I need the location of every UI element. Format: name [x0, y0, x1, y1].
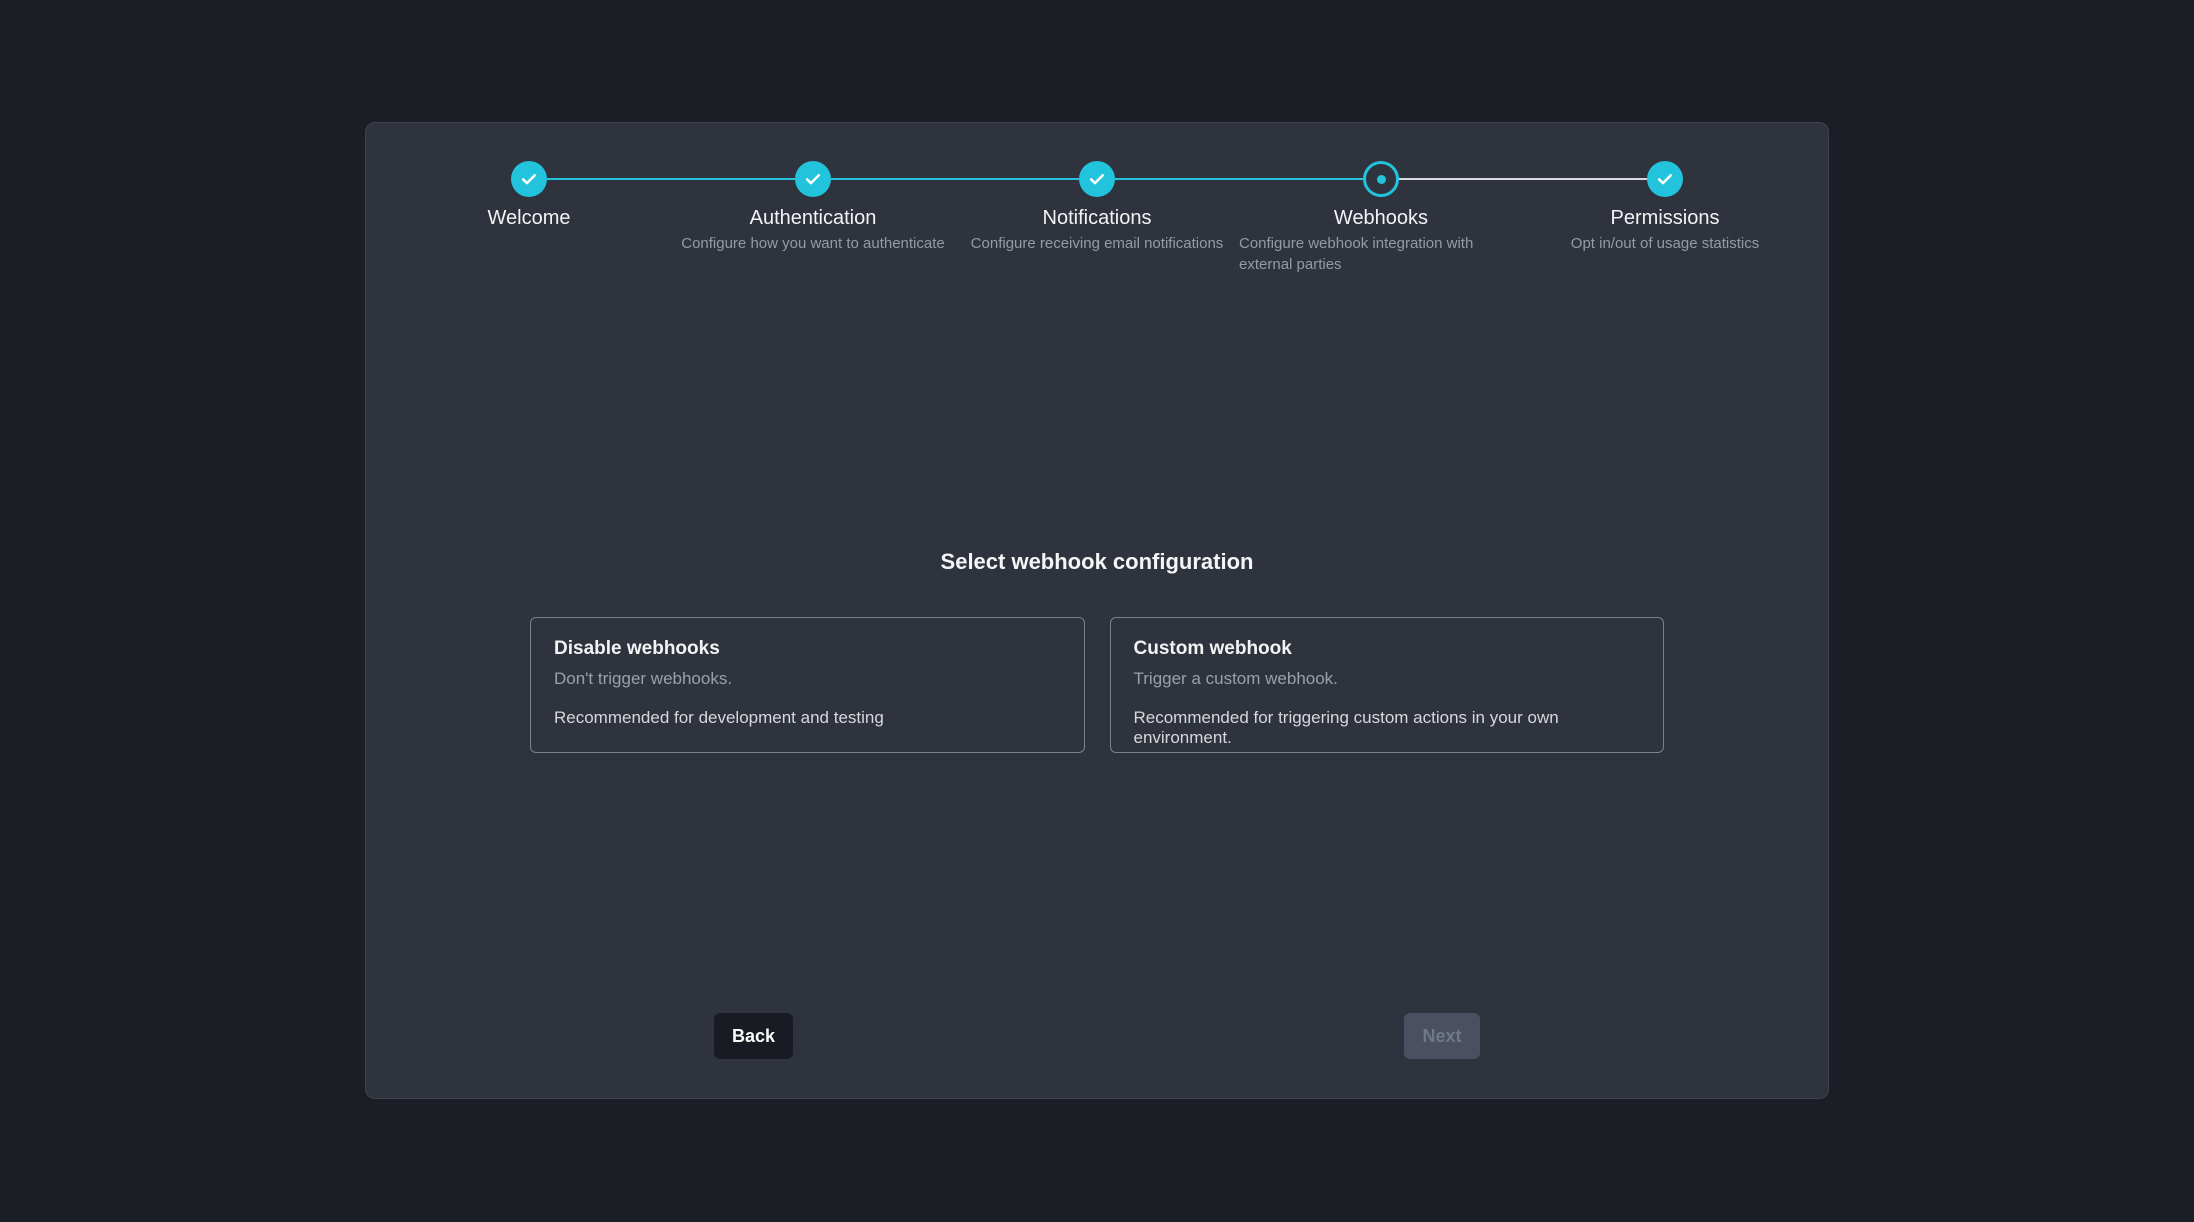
- step-notifications: Notifications Configure receiving email …: [955, 161, 1239, 275]
- step-current-icon: [1363, 161, 1399, 197]
- option-title: Disable webhooks: [554, 638, 1061, 660]
- wizard-footer: Back Next: [714, 1013, 1480, 1059]
- step-subtitle: Configure how you want to authenticate: [681, 234, 945, 255]
- step-completed-icon: [795, 161, 831, 197]
- option-title: Custom webhook: [1134, 638, 1641, 660]
- step-label: Webhooks: [1334, 205, 1428, 231]
- step-welcome: Welcome: [387, 161, 671, 275]
- option-card-disable-webhooks[interactable]: Disable webhooks Don't trigger webhooks.…: [530, 617, 1085, 753]
- step-subtitle: Configure webhook integration with exter…: [1239, 234, 1523, 275]
- step-completed-icon: [1079, 161, 1115, 197]
- step-label: Authentication: [750, 205, 877, 231]
- step-webhooks: Webhooks Configure webhook integration w…: [1239, 161, 1523, 275]
- step-label: Permissions: [1611, 205, 1720, 231]
- check-icon: [519, 169, 539, 189]
- option-recommendation: Recommended for triggering custom action…: [1134, 708, 1641, 748]
- step-subtitle: Opt in/out of usage statistics: [1571, 234, 1759, 255]
- check-icon: [803, 169, 823, 189]
- next-button[interactable]: Next: [1404, 1013, 1480, 1059]
- step-completed-icon: [511, 161, 547, 197]
- step-completed-icon: [1647, 161, 1683, 197]
- check-icon: [1655, 169, 1675, 189]
- step-permissions: Permissions Opt in/out of usage statisti…: [1523, 161, 1807, 275]
- option-description: Don't trigger webhooks.: [554, 669, 1061, 689]
- page-title: Select webhook configuration: [366, 547, 1828, 577]
- setup-stepper: Welcome Authentication Configure how you…: [387, 161, 1807, 275]
- option-recommendation: Recommended for development and testing: [554, 708, 1061, 728]
- check-icon: [1087, 169, 1107, 189]
- setup-wizard-panel: Welcome Authentication Configure how you…: [365, 122, 1829, 1099]
- step-authentication: Authentication Configure how you want to…: [671, 161, 955, 275]
- webhook-options: Disable webhooks Don't trigger webhooks.…: [530, 617, 1664, 753]
- option-description: Trigger a custom webhook.: [1134, 669, 1641, 689]
- current-step-dot-icon: [1377, 175, 1386, 184]
- option-card-custom-webhook[interactable]: Custom webhook Trigger a custom webhook.…: [1110, 617, 1665, 753]
- step-label: Notifications: [1043, 205, 1152, 231]
- step-subtitle: Configure receiving email notifications: [971, 234, 1224, 255]
- step-label: Welcome: [488, 205, 571, 231]
- back-button[interactable]: Back: [714, 1013, 793, 1059]
